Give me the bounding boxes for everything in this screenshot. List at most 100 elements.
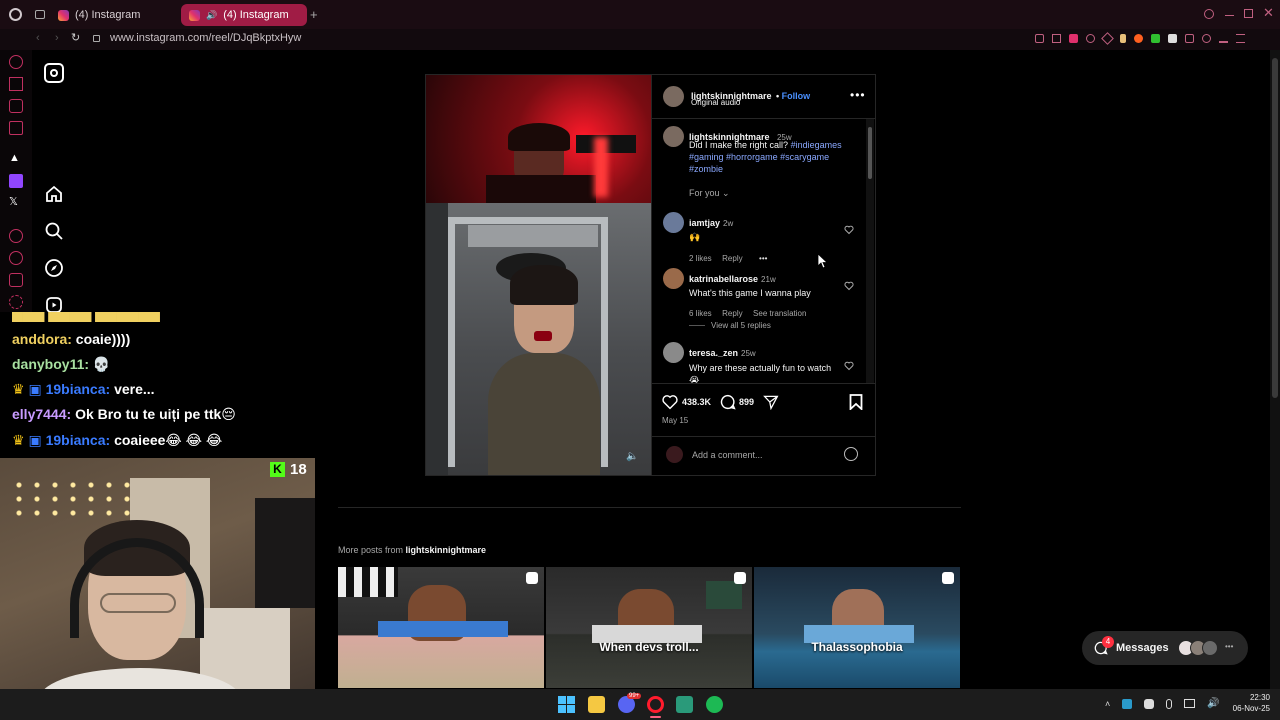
reply-button[interactable]: Reply [722, 309, 742, 318]
comment-options-icon[interactable]: ••• [759, 254, 767, 263]
post-date: May 15 [662, 416, 689, 425]
network-icon[interactable] [1184, 699, 1196, 708]
reply-line [689, 325, 705, 326]
messages-label: Messages [1116, 642, 1169, 654]
page-scrollbar[interactable] [1270, 50, 1280, 689]
stream-chat-overlay: ▆▆▆ ▆▆▆▆ ▆▆▆▆▆▆ anddora: coaie)))) danyb… [0, 312, 315, 460]
opera-sidebar: ▲ 𝕏 [0, 50, 32, 312]
chat-message: anddora: coaie)))) [12, 331, 131, 347]
video-gameplay [426, 203, 651, 475]
m-app-icon[interactable] [9, 121, 23, 135]
hashtag-link[interactable]: #scarygame [780, 152, 829, 162]
player-icon[interactable] [9, 229, 23, 243]
caption-avatar[interactable] [663, 126, 684, 147]
comment-count[interactable]: 899 [739, 397, 754, 407]
messages-button[interactable]: 4 Messages ••• [1082, 631, 1248, 665]
volume-icon[interactable]: 🔊 [1207, 698, 1219, 709]
follow-button[interactable]: Follow [782, 91, 811, 101]
arc-app-icon[interactable]: ▲ [9, 152, 23, 166]
new-tab-button[interactable]: + [310, 7, 318, 22]
pinboard-icon[interactable] [9, 273, 23, 287]
tray-discord-icon[interactable] [1144, 698, 1155, 709]
commenter-avatar[interactable] [663, 268, 684, 289]
hashtag-link[interactable]: #horrorgame [726, 152, 778, 162]
add-comment-input[interactable]: Add a comment... [692, 450, 763, 460]
forward-button[interactable]: › [55, 32, 59, 44]
page-scrollbar-thumb[interactable] [1272, 58, 1278, 398]
history-icon[interactable] [9, 55, 23, 69]
file-explorer-icon[interactable] [588, 696, 605, 713]
comment-like-heart-icon[interactable] [844, 281, 854, 291]
sort-dropdown[interactable]: For you ⌄ [689, 188, 730, 199]
share-send-icon[interactable] [763, 394, 779, 410]
thumbnail-caption: Thalassophobia [811, 640, 903, 654]
save-bookmark-icon[interactable] [849, 394, 863, 410]
like-count[interactable]: 438.3K [682, 397, 711, 407]
speaker-icon: 🔊 [206, 9, 218, 20]
minimize-button[interactable] [1225, 15, 1234, 16]
tab-instagram-2-active[interactable]: 🔊 (4) Instagram [181, 4, 307, 26]
see-translation-link[interactable]: See translation [753, 309, 806, 318]
opera-logo-icon[interactable] [9, 8, 22, 21]
comment: iamtjay 2w 🙌 2 likes Reply ••• [689, 218, 768, 263]
url-field[interactable]: www.instagram.com/reel/DJqBkptxHyw [110, 32, 301, 44]
comment-bubble-icon[interactable] [720, 394, 736, 410]
crown-badge-icon: ♛ [12, 381, 25, 397]
hashtag-link[interactable]: #gaming [689, 152, 724, 162]
header-divider [652, 118, 875, 119]
microphone-icon[interactable] [1166, 698, 1173, 709]
chevron-down-icon: ⌄ [722, 188, 730, 198]
more-posts-heading: More posts from lightskinnightmare [338, 545, 487, 555]
maximize-button[interactable] [1244, 9, 1253, 18]
taskbar-clock[interactable]: 22:30 06-Nov-25 [1222, 692, 1270, 714]
search-tabs-icon[interactable] [1204, 9, 1214, 19]
commenter-avatar[interactable] [663, 342, 684, 363]
scrollbar-thumb[interactable] [868, 127, 872, 179]
more-options-icon[interactable]: ••• [850, 88, 866, 102]
emoji-icon[interactable] [844, 447, 858, 461]
section-divider [338, 507, 961, 508]
audio-label[interactable]: Original audio [691, 98, 740, 107]
comments-scrollbar[interactable] [866, 119, 874, 383]
clock-icon[interactable] [9, 251, 23, 265]
hashtag-link[interactable]: #zombie [689, 164, 723, 174]
system-tray[interactable]: ˄ 🔊 [1105, 698, 1220, 709]
comment-like-heart-icon[interactable] [844, 361, 854, 371]
search-icon[interactable] [44, 221, 64, 241]
crypto-wallet-icon[interactable] [9, 99, 23, 113]
tab-instagram-1[interactable]: (4) Instagram [50, 4, 178, 26]
more-post-thumbnail[interactable]: When devs troll... [546, 567, 752, 688]
tab-overview-icon[interactable] [35, 10, 45, 19]
like-heart-icon[interactable] [662, 394, 678, 410]
mute-toggle-icon[interactable]: 🔈 [626, 451, 638, 462]
aria-icon[interactable] [9, 77, 23, 91]
reply-button[interactable]: Reply [722, 254, 742, 263]
explore-compass-icon[interactable] [44, 258, 64, 278]
more-post-thumbnail[interactable]: Thalassophobia [754, 567, 960, 688]
tray-overflow-icon[interactable]: ˄ [1105, 699, 1110, 709]
crown-badge-icon: ♛ [12, 432, 25, 448]
reel-video[interactable]: 🔈 [426, 75, 651, 475]
opera-browser-icon[interactable] [647, 696, 664, 713]
more-post-thumbnail[interactable] [338, 567, 544, 688]
settings-gear-icon[interactable] [9, 295, 23, 309]
x-twitter-icon[interactable]: 𝕏 [9, 195, 23, 209]
windows-start-icon[interactable] [558, 696, 575, 713]
twitch-icon[interactable] [9, 174, 23, 188]
instagram-logo-icon[interactable] [44, 63, 64, 83]
chat-message: ♛ ▣ 19bianca: vere... [12, 381, 155, 397]
tab-label: (4) Instagram [75, 9, 141, 21]
reload-icon[interactable]: ↻ [71, 31, 80, 44]
author-avatar[interactable] [663, 86, 684, 107]
close-window-button[interactable]: ✕ [1263, 5, 1274, 21]
view-replies-button[interactable]: View all 5 replies [689, 321, 771, 330]
home-icon[interactable] [44, 184, 64, 204]
hashtag-link[interactable]: #indiegames [791, 140, 842, 150]
comment-like-heart-icon[interactable] [844, 225, 854, 235]
back-button[interactable]: ‹ [36, 32, 40, 44]
kick-app-icon[interactable] [676, 696, 693, 713]
spotify-icon[interactable] [706, 696, 723, 713]
extension-icons[interactable] [1035, 32, 1245, 45]
tray-app-icon[interactable] [1122, 698, 1133, 709]
commenter-avatar[interactable] [663, 212, 684, 233]
